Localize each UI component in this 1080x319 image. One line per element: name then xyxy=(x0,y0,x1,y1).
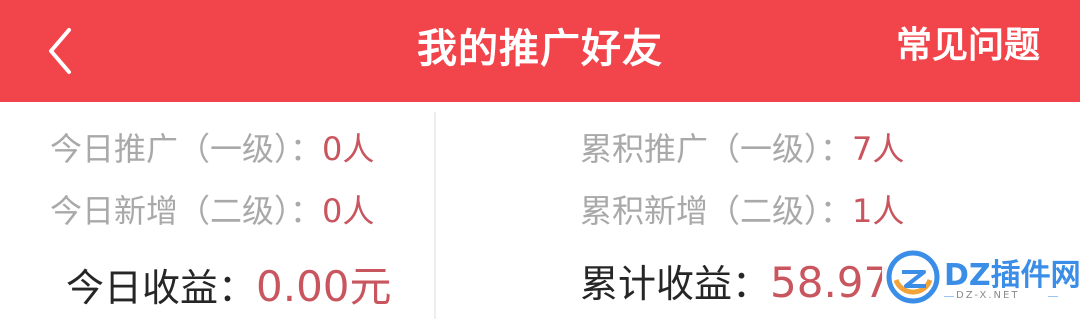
total-level2-value: 1人 xyxy=(852,192,905,230)
watermark-domain: DZ-X.NET xyxy=(956,290,1020,301)
faq-button[interactable]: 常见问题 xyxy=(896,0,1040,84)
today-income-value: 0.00元 xyxy=(256,262,392,311)
column-divider xyxy=(434,112,436,319)
total-level1-row: 累积推广（一级）： 7人 xyxy=(580,124,904,170)
total-level1-label: 累积推广（一级）： xyxy=(580,130,853,168)
header-bar: 我的推广好友 常见问题 xyxy=(0,0,1080,102)
total-level2-label: 累积新增（二级）： xyxy=(580,192,853,230)
back-button[interactable] xyxy=(30,16,90,86)
chevron-left-icon xyxy=(49,28,71,74)
today-income-row: 今日收益： 0.00元 xyxy=(66,253,392,314)
today-level2-label: 今日新增（二级）： xyxy=(50,192,323,230)
watermark-line-left xyxy=(944,296,954,297)
today-level1-row: 今日推广（一级）： 0人 xyxy=(50,124,374,170)
watermark: DZ插件网 DZ-X.NET xyxy=(882,246,1080,310)
total-income-label: 累计收益： xyxy=(580,262,771,306)
today-level1-value: 0人 xyxy=(322,130,375,168)
today-level2-row: 今日新增（二级）： 0人 xyxy=(50,186,374,232)
watermark-text: DZ插件网 xyxy=(944,258,1080,293)
dz-logo-icon xyxy=(886,250,940,304)
total-income-value: 58.97 xyxy=(770,258,891,307)
total-level1-value: 7人 xyxy=(852,130,905,168)
watermark-line-right xyxy=(1048,296,1058,297)
total-income-row: 累计收益： 58.97 xyxy=(580,253,890,308)
today-level2-value: 0人 xyxy=(322,192,375,230)
today-level1-label: 今日推广（一级）： xyxy=(50,130,323,168)
today-income-label: 今日收益： xyxy=(66,266,257,310)
total-level2-row: 累积新增（二级）： 1人 xyxy=(580,186,904,232)
